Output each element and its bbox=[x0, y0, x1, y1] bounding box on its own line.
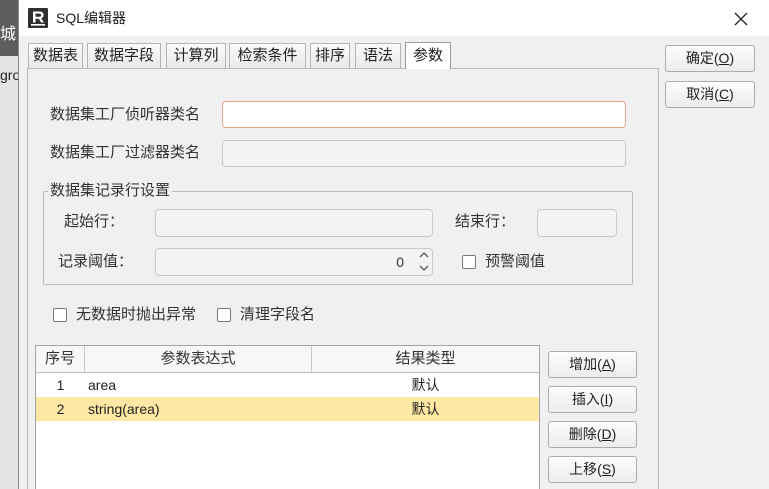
row-result-type-cell[interactable]: 默认 bbox=[312, 373, 539, 397]
row-expression-cell[interactable]: area bbox=[85, 373, 312, 397]
parameter-table: 序号 参数表达式 结果类型 1 area 默认 2 string(area) 默… bbox=[35, 345, 540, 489]
delete-parameter-button[interactable]: 删除(D) bbox=[548, 421, 637, 448]
tab-filter-conditions[interactable]: 检索条件 bbox=[229, 43, 306, 68]
end-row-label: 结束行： bbox=[455, 213, 516, 230]
table-row[interactable]: 2 string(area) 默认 bbox=[36, 397, 539, 421]
listener-class-input[interactable] bbox=[222, 101, 626, 128]
clean-field-names-label[interactable]: 清理字段名 bbox=[240, 305, 315, 325]
ok-button[interactable]: 确定(O) bbox=[665, 45, 755, 72]
end-row-input[interactable] bbox=[537, 209, 617, 237]
parameters-panel: 数据集工厂侦听器类名 数据集工厂过滤器类名 数据集记录行设置 起始行： 结束行：… bbox=[27, 68, 659, 489]
row-index-cell[interactable]: 1 bbox=[36, 373, 85, 397]
mnemonic-key: S bbox=[601, 461, 612, 477]
filter-class-label: 数据集工厂过滤器类名 bbox=[50, 144, 201, 161]
record-row-settings-title: 数据集记录行设置 bbox=[48, 181, 173, 201]
cancel-button[interactable]: 取消(C) bbox=[665, 81, 755, 108]
record-threshold-spinner[interactable]: 0 bbox=[155, 248, 433, 276]
window-title: SQL编辑器 bbox=[56, 10, 127, 26]
row-expression-cell[interactable]: string(area) bbox=[85, 397, 312, 421]
mnemonic-key: D bbox=[601, 426, 612, 442]
throw-on-no-data-option[interactable]: 无数据时抛出异常 bbox=[53, 305, 203, 325]
mnemonic-key: I bbox=[604, 391, 609, 407]
background-window-text-fragment: gro bbox=[0, 67, 18, 83]
tab-data-table[interactable]: 数据表 bbox=[28, 43, 83, 68]
close-button[interactable] bbox=[730, 8, 752, 30]
close-icon bbox=[734, 12, 748, 26]
add-parameter-button[interactable]: 增加(A) bbox=[548, 351, 637, 378]
chevron-down-icon[interactable] bbox=[419, 265, 429, 271]
insert-parameter-button[interactable]: 插入(I) bbox=[548, 386, 637, 413]
throw-on-no-data-label[interactable]: 无数据时抛出异常 bbox=[76, 305, 196, 325]
listener-class-label: 数据集工厂侦听器类名 bbox=[50, 106, 201, 123]
throw-on-no-data-checkbox[interactable] bbox=[53, 308, 67, 322]
sql-editor-dialog: SQL编辑器 数据表 数据字段 计算列 检索条件 排序 语法 参数 确定(O) … bbox=[18, 0, 769, 489]
row-index-cell[interactable]: 2 bbox=[36, 397, 85, 421]
tab-parameters[interactable]: 参数 bbox=[405, 42, 451, 69]
move-up-button[interactable]: 上移(S) bbox=[548, 456, 637, 483]
warning-threshold-checkbox[interactable] bbox=[462, 255, 476, 269]
column-header-result-type[interactable]: 结果类型 bbox=[312, 346, 539, 372]
tab-sort[interactable]: 排序 bbox=[310, 43, 350, 68]
background-window-header: 城 bbox=[0, 0, 18, 56]
tab-syntax[interactable]: 语法 bbox=[355, 43, 401, 68]
row-result-type-cell[interactable]: 默认 bbox=[312, 397, 539, 421]
table-row[interactable]: 1 area 默认 bbox=[36, 373, 539, 397]
title-bar[interactable]: SQL编辑器 bbox=[19, 0, 769, 36]
start-row-input[interactable] bbox=[155, 209, 433, 237]
filter-class-input[interactable] bbox=[222, 140, 626, 167]
column-header-expression[interactable]: 参数表达式 bbox=[85, 346, 312, 372]
tab-computed-columns[interactable]: 计算列 bbox=[166, 43, 226, 68]
mnemonic-key: O bbox=[718, 50, 730, 66]
app-logo-icon bbox=[28, 8, 48, 28]
column-header-index[interactable]: 序号 bbox=[36, 346, 85, 372]
warning-threshold-label[interactable]: 预警阈值 bbox=[485, 252, 545, 272]
record-threshold-value: 0 bbox=[396, 254, 404, 270]
clean-field-names-option[interactable]: 清理字段名 bbox=[217, 305, 322, 325]
table-header: 序号 参数表达式 结果类型 bbox=[36, 346, 539, 373]
background-window-body: gro bbox=[0, 56, 18, 489]
chevron-up-icon[interactable] bbox=[419, 252, 429, 258]
warning-threshold-option[interactable]: 预警阈值 bbox=[462, 252, 592, 272]
record-row-settings-group: 数据集记录行设置 起始行： 结束行： 记录阈值： 0 预警阈值 bbox=[43, 181, 633, 285]
background-window-title-fragment: 城 bbox=[0, 26, 17, 43]
mnemonic-key: A bbox=[601, 356, 612, 372]
record-threshold-label: 记录阈值： bbox=[58, 253, 134, 270]
clean-field-names-checkbox[interactable] bbox=[217, 308, 231, 322]
mnemonic-key: C bbox=[718, 86, 730, 102]
start-row-label: 起始行： bbox=[64, 213, 125, 230]
tab-data-fields[interactable]: 数据字段 bbox=[87, 43, 161, 68]
